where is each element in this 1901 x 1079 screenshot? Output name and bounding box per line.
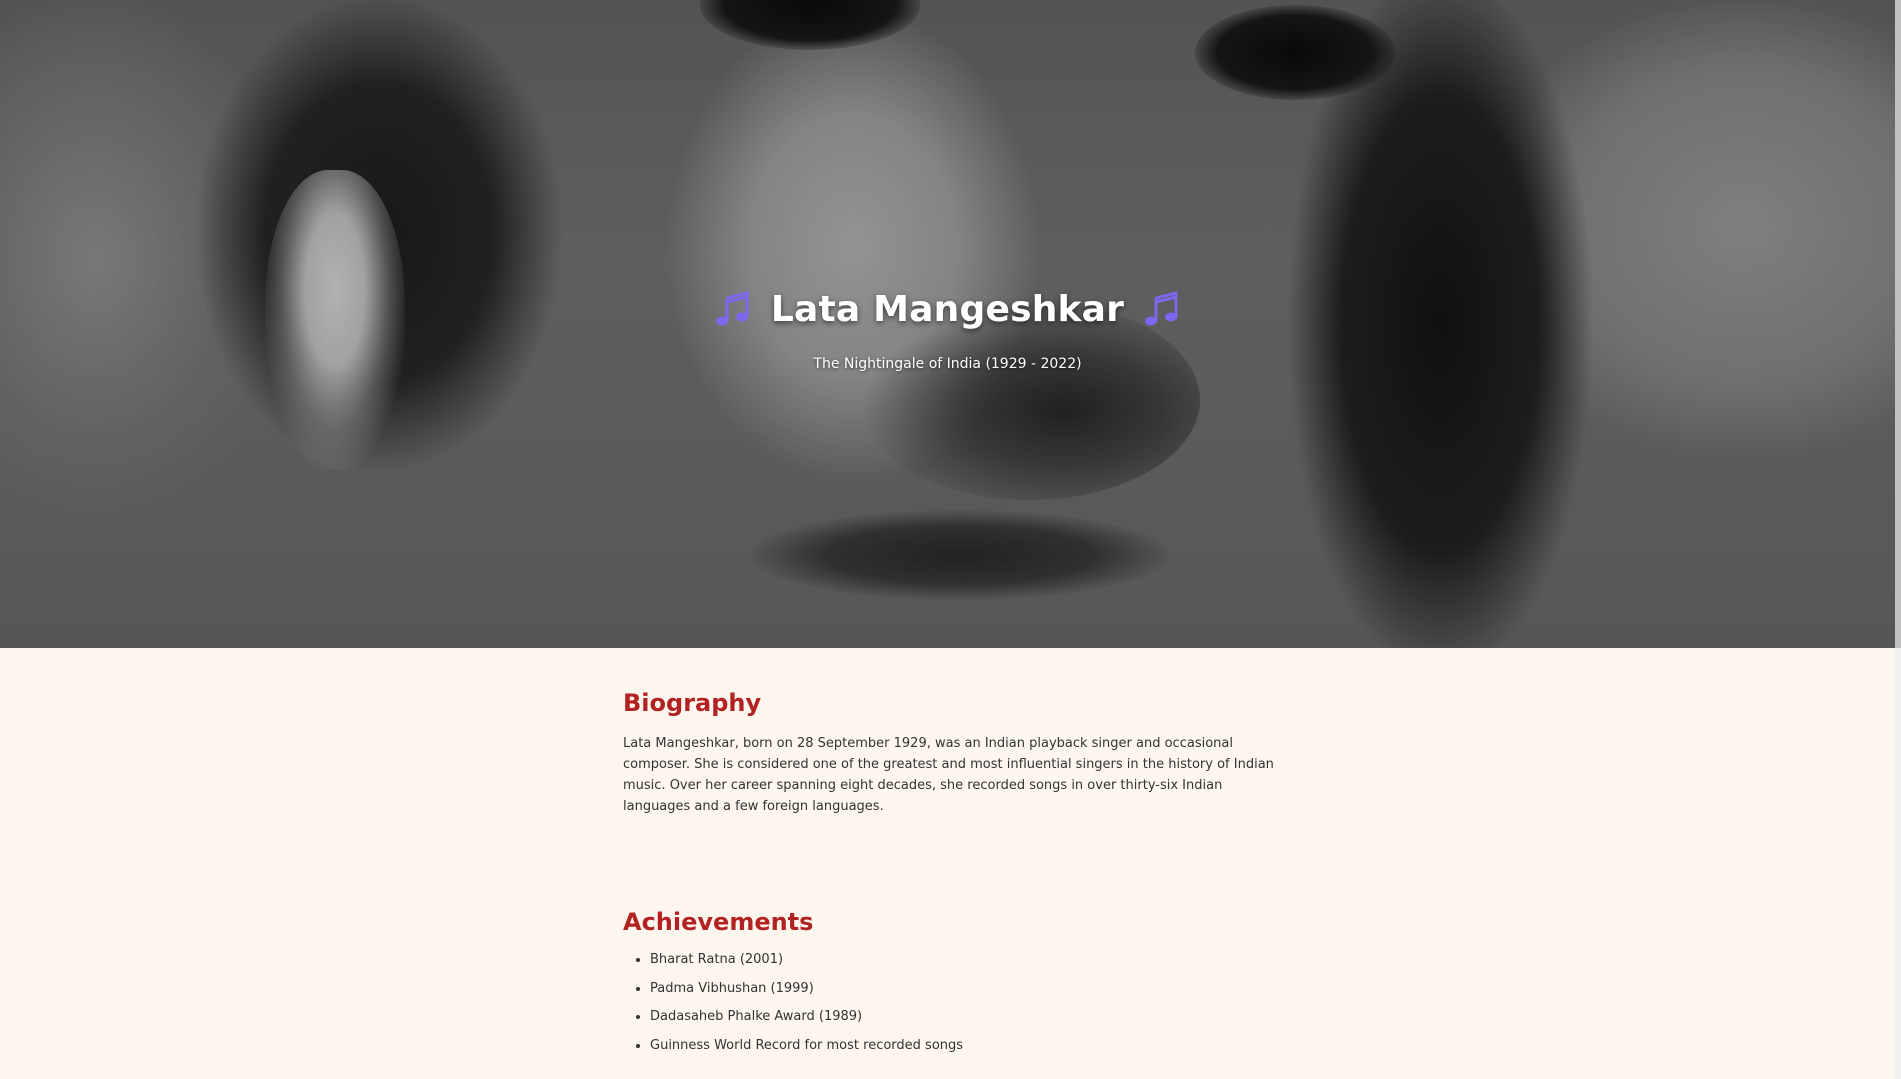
list-item: Dadasaheb Phalke Award (1989) — [650, 1007, 1283, 1027]
biography-section: Biography Lata Mangeshkar, born on 28 Se… — [623, 686, 1283, 817]
list-item: Bharat Ratna (2001) — [650, 950, 1283, 970]
achievements-section: Achievements Bharat Ratna (2001) Padma V… — [623, 905, 1283, 1056]
list-item: Guinness World Record for most recorded … — [650, 1036, 1283, 1056]
scrollbar[interactable] — [1895, 0, 1901, 1079]
biography-text: Lata Mangeshkar, born on 28 September 19… — [623, 736, 1274, 814]
achievements-list: Bharat Ratna (2001) Padma Vibhushan (199… — [623, 950, 1283, 1056]
main-content: Biography Lata Mangeshkar, born on 28 Se… — [623, 686, 1283, 1064]
hero-title-text: Lata Mangeshkar — [770, 289, 1125, 330]
biography-heading: Biography — [623, 689, 762, 717]
musical-notes-icon — [715, 291, 749, 326]
page: Lata Mangeshkar The Nightingale of India… — [0, 0, 1901, 1079]
page-title: Lata Mangeshkar — [713, 282, 1182, 338]
achievements-heading: Achievements — [623, 908, 814, 936]
musical-notes-icon — [1145, 291, 1178, 326]
hero-content: Lata Mangeshkar The Nightingale of India… — [0, 282, 1895, 374]
list-item: Padma Vibhushan (1999) — [650, 979, 1283, 999]
scrollbar-thumb[interactable] — [1895, 0, 1901, 648]
hero-subtitle: The Nightingale of India (1929 - 2022) — [813, 356, 1082, 372]
hero-banner: Lata Mangeshkar The Nightingale of India… — [0, 0, 1895, 648]
